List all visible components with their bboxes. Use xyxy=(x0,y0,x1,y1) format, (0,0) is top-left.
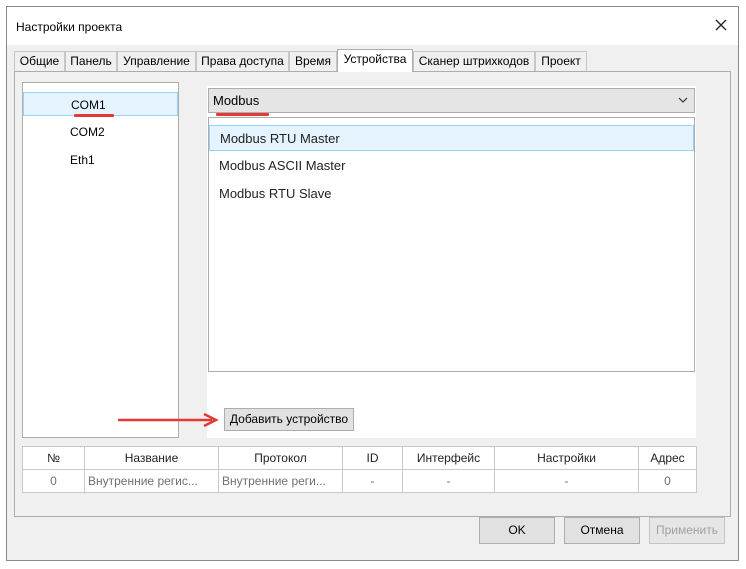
protocol-option-rtu-master[interactable]: Modbus RTU Master xyxy=(209,125,694,151)
close-icon[interactable] xyxy=(712,16,730,34)
port-item-com1[interactable]: COM1 xyxy=(23,92,178,116)
apply-button[interactable]: Применить xyxy=(649,517,725,544)
ports-list: COM1 COM2 Eth1 xyxy=(22,82,179,438)
protocol-option-ascii-master[interactable]: Modbus ASCII Master xyxy=(209,153,694,179)
chevron-down-icon xyxy=(678,97,688,103)
table-header-row: № Название Протокол ID Интерфейс Настрой… xyxy=(22,446,697,470)
protocol-option-rtu-slave[interactable]: Modbus RTU Slave xyxy=(209,181,694,207)
port-label: COM2 xyxy=(70,125,105,139)
protocol-option-label: Modbus ASCII Master xyxy=(219,158,346,173)
table-cell: 0 xyxy=(638,469,697,493)
annotation-underline-com1 xyxy=(74,114,114,117)
table-cell: Внутренние регис... xyxy=(84,469,219,493)
table-cell: 0 xyxy=(22,469,85,493)
annotation-arrow xyxy=(118,413,219,427)
cancel-button[interactable]: Отмена xyxy=(564,517,640,544)
protocol-option-label: Modbus RTU Slave xyxy=(219,186,332,201)
table-cell: Внутренние реги... xyxy=(218,469,343,493)
protocol-dropdown[interactable]: Modbus xyxy=(208,88,695,113)
tab-general[interactable]: Общие xyxy=(14,51,65,71)
tab-panel[interactable]: Панель xyxy=(65,51,117,71)
tab-time[interactable]: Время xyxy=(289,51,337,71)
table-cell: - xyxy=(494,469,639,493)
tab-control[interactable]: Управление xyxy=(117,51,196,71)
protocol-dropdown-value: Modbus xyxy=(213,93,260,108)
devices-table: № Название Протокол ID Интерфейс Настрой… xyxy=(22,446,697,493)
column-header[interactable]: ID xyxy=(342,446,403,470)
port-item-eth1[interactable]: Eth1 xyxy=(23,148,178,172)
column-header[interactable]: Протокол xyxy=(218,446,343,470)
column-header[interactable]: № xyxy=(22,446,85,470)
protocol-option-label: Modbus RTU Master xyxy=(220,131,340,146)
table-cell: - xyxy=(402,469,495,493)
protocol-options-list: Modbus RTU Master Modbus ASCII Master Mo… xyxy=(208,117,695,372)
ok-button[interactable]: OK xyxy=(479,517,555,544)
port-item-com2[interactable]: COM2 xyxy=(23,120,178,144)
column-header[interactable]: Интерфейс xyxy=(402,446,495,470)
column-header[interactable]: Настройки xyxy=(494,446,639,470)
annotation-underline-modbus xyxy=(216,113,269,116)
port-label: Eth1 xyxy=(70,153,95,167)
tab-devices[interactable]: Устройства xyxy=(337,49,413,72)
table-cell: - xyxy=(342,469,403,493)
column-header[interactable]: Адрес xyxy=(638,446,697,470)
window-title: Настройки проекта xyxy=(16,20,123,34)
title-bar: Настройки проекта xyxy=(7,7,738,45)
add-device-button[interactable]: Добавить устройство xyxy=(224,408,354,431)
table-row[interactable]: 0 Внутренние регис... Внутренние реги...… xyxy=(22,469,697,493)
tab-barcode-scanner[interactable]: Сканер штрихкодов xyxy=(413,51,535,71)
tab-access-rights[interactable]: Права доступа xyxy=(196,51,289,71)
column-header[interactable]: Название xyxy=(84,446,219,470)
tab-project[interactable]: Проект xyxy=(535,51,587,71)
